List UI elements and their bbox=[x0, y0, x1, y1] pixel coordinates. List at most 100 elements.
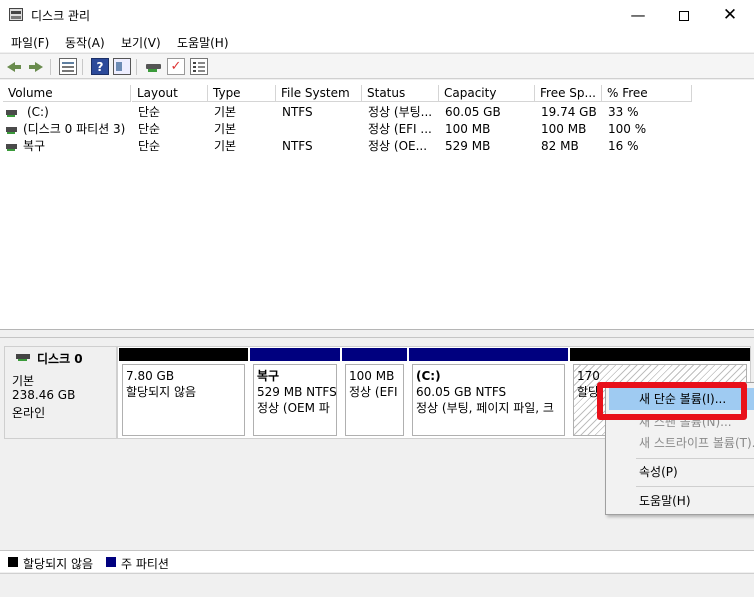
partition-status: 할당되지 않음 bbox=[126, 385, 197, 399]
partition-size: 60.05 GB NTFS bbox=[416, 385, 507, 399]
volume-free-space: 19.74 GB bbox=[541, 105, 597, 119]
toolbar-separator bbox=[82, 59, 83, 75]
column-header-volume[interactable]: Volume bbox=[3, 85, 131, 102]
maximize-button[interactable] bbox=[661, 0, 707, 30]
volume-status: 정상 (EFI ... bbox=[368, 122, 432, 136]
partition-bar bbox=[119, 348, 248, 361]
volume-icon bbox=[6, 110, 17, 117]
disk-icon bbox=[16, 354, 30, 361]
forward-icon[interactable] bbox=[27, 58, 45, 75]
volume-type: 기본 bbox=[214, 139, 237, 153]
toolbar-separator bbox=[50, 59, 51, 75]
menu-separator bbox=[636, 486, 754, 487]
partition-body: (C:) 60.05 GB NTFS 정상 (부팅, 페이지 파일, 크 bbox=[412, 364, 565, 436]
maximize-icon bbox=[679, 10, 689, 21]
menu-item-help[interactable]: 도움말(H) bbox=[609, 490, 754, 512]
volume-row[interactable]: (C:) 단순 기본 NTFS 정상 (부팅... 60.05 GB 19.74… bbox=[0, 104, 754, 121]
volume-row[interactable]: 복구 단순 기본 NTFS 정상 (OE... 529 MB 82 MB 16 … bbox=[0, 138, 754, 155]
column-header-layout[interactable]: Layout bbox=[132, 85, 208, 102]
disk-type: 기본 bbox=[12, 374, 35, 388]
volume-type: 기본 bbox=[214, 105, 237, 119]
toolbar-separator bbox=[136, 59, 137, 75]
disk-size: 238.46 GB bbox=[12, 388, 76, 402]
column-header-percent-free[interactable]: % Free bbox=[602, 85, 692, 102]
volume-percent-free: 16 % bbox=[608, 139, 639, 153]
partition-bar bbox=[409, 348, 568, 361]
volume-percent-free: 100 % bbox=[608, 122, 647, 136]
partition-title: (C:) bbox=[416, 369, 441, 383]
console-tree-icon[interactable] bbox=[59, 58, 77, 75]
partition-size: 100 MB bbox=[349, 369, 395, 383]
partition-size: 529 MB NTFS bbox=[257, 385, 337, 399]
volume-layout: 단순 bbox=[138, 105, 161, 119]
column-header-status[interactable]: Status bbox=[362, 85, 439, 102]
back-icon[interactable] bbox=[5, 58, 23, 75]
properties-icon[interactable] bbox=[190, 58, 208, 75]
volume-icon bbox=[6, 127, 17, 134]
volume-capacity: 529 MB bbox=[445, 139, 491, 153]
partition-bar bbox=[250, 348, 340, 361]
legend-label-primary: 주 파티션 bbox=[121, 557, 169, 571]
volume-capacity: 60.05 GB bbox=[445, 105, 501, 119]
volume-type: 기본 bbox=[214, 122, 237, 136]
volume-layout: 단순 bbox=[138, 122, 161, 136]
volume-status: 정상 (부팅... bbox=[368, 105, 433, 119]
volume-free-space: 100 MB bbox=[541, 122, 587, 136]
column-header-free-space[interactable]: Free Sp... bbox=[535, 85, 602, 102]
column-header-file-system[interactable]: File System bbox=[276, 85, 362, 102]
volume-file-system: NTFS bbox=[282, 105, 313, 119]
volume-name: 복구 bbox=[23, 139, 46, 153]
volume-name: (C:) bbox=[27, 105, 49, 119]
disk-info-panel[interactable]: 디스크 0 기본 238.46 GB 온라인 bbox=[4, 346, 117, 439]
volume-percent-free: 33 % bbox=[608, 105, 639, 119]
partition-body: 7.80 GB 할당되지 않음 bbox=[122, 364, 245, 436]
toolbar: ? ✓ bbox=[0, 53, 754, 79]
disk-state: 온라인 bbox=[12, 406, 46, 420]
menu-item-new-striped-volume: 새 스트라이프 볼륨(T)... bbox=[639, 436, 754, 450]
menu-separator bbox=[636, 458, 754, 459]
partition-body: 100 MB 정상 (EFI bbox=[345, 364, 404, 436]
window-title: 디스크 관리 bbox=[31, 9, 91, 23]
help-icon[interactable]: ? bbox=[91, 58, 109, 75]
partition-efi[interactable]: 100 MB 정상 (EFI bbox=[342, 348, 407, 439]
volume-icon bbox=[6, 144, 17, 151]
partition-bar bbox=[342, 348, 407, 361]
partition-bar bbox=[570, 348, 750, 361]
partition-c-drive[interactable]: (C:) 60.05 GB NTFS 정상 (부팅, 페이지 파일, 크 bbox=[409, 348, 568, 439]
legend-swatch-unallocated bbox=[8, 557, 18, 567]
rescan-check-icon[interactable]: ✓ bbox=[167, 58, 185, 75]
volume-free-space: 82 MB bbox=[541, 139, 579, 153]
menu-item-properties[interactable]: 속성(P) bbox=[609, 461, 754, 483]
connect-disk-icon[interactable] bbox=[145, 58, 163, 75]
column-header-type[interactable]: Type bbox=[208, 85, 276, 102]
volume-list: Volume Layout Type File System Status Ca… bbox=[0, 80, 754, 330]
column-header-capacity[interactable]: Capacity bbox=[439, 85, 535, 102]
menu-view[interactable]: 보기(V) bbox=[121, 34, 161, 51]
legend-label-unallocated: 할당되지 않음 bbox=[23, 557, 94, 571]
legend-bar: 할당되지 않음 주 파티션 bbox=[0, 550, 754, 572]
menu-file[interactable]: 파일(F) bbox=[11, 34, 49, 51]
volume-file-system: NTFS bbox=[282, 139, 313, 153]
volume-capacity: 100 MB bbox=[445, 122, 491, 136]
title-bar: 디스크 관리 — ✕ bbox=[0, 0, 754, 30]
partition-unallocated[interactable]: 7.80 GB 할당되지 않음 bbox=[119, 348, 248, 439]
status-bar bbox=[0, 573, 754, 597]
partition-status: 정상 (부팅, 페이지 파일, 크 bbox=[416, 401, 554, 415]
partition-status: 정상 (OEM 파 bbox=[257, 401, 330, 415]
volume-status: 정상 (OE... bbox=[368, 139, 428, 153]
partition-recovery[interactable]: 복구 529 MB NTFS 정상 (OEM 파 bbox=[250, 348, 340, 439]
menu-bar: 파일(F) 동작(A) 보기(V) 도움말(H) bbox=[0, 30, 754, 52]
minimize-button[interactable]: — bbox=[615, 0, 661, 30]
close-button[interactable]: ✕ bbox=[707, 0, 753, 30]
partition-status: 정상 (EFI bbox=[349, 385, 398, 399]
show-pane-icon[interactable] bbox=[113, 58, 131, 75]
menu-action[interactable]: 동작(A) bbox=[65, 34, 105, 51]
volume-name: (디스크 0 파티션 3) bbox=[23, 122, 126, 136]
volume-row[interactable]: (디스크 0 파티션 3) 단순 기본 정상 (EFI ... 100 MB 1… bbox=[0, 121, 754, 138]
disk-name: 디스크 0 bbox=[37, 352, 83, 366]
partition-body: 복구 529 MB NTFS 정상 (OEM 파 bbox=[253, 364, 337, 436]
menu-help[interactable]: 도움말(H) bbox=[177, 34, 229, 51]
partition-title: 복구 bbox=[257, 369, 280, 383]
volume-layout: 단순 bbox=[138, 139, 161, 153]
partition-size: 7.80 GB bbox=[126, 369, 175, 383]
